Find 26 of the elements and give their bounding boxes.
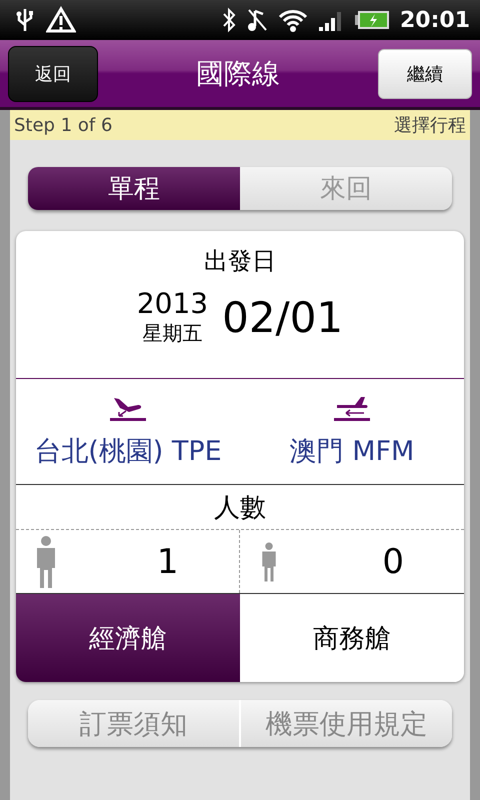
continue-button[interactable]: 繼續 — [378, 48, 472, 98]
adult-figure-icon — [34, 536, 58, 588]
bluetooth-icon — [222, 7, 236, 33]
date-label: 出發日 — [204, 246, 276, 277]
step-name: 選擇行程 — [394, 114, 466, 137]
trip-type-tab[interactable]: 單程 — [28, 167, 240, 210]
usb-icon — [14, 7, 36, 33]
passenger-label: 人數 — [16, 485, 464, 530]
departure-date[interactable]: 02/01 — [222, 292, 344, 342]
date-weekday: 星期五 — [142, 320, 202, 347]
wifi-icon — [278, 7, 308, 33]
muted-note-icon — [246, 7, 268, 33]
child-figure-icon — [260, 542, 278, 582]
passenger-count[interactable]: 0 — [382, 542, 404, 582]
warning-icon — [46, 6, 76, 34]
city-name[interactable]: 台北(桃園) TPE — [34, 432, 222, 468]
screen-title: 國際線 — [196, 56, 280, 92]
passenger-count[interactable]: 1 — [156, 542, 178, 582]
date-year: 2013 — [136, 287, 208, 320]
clock-time: 20:01 — [400, 8, 470, 32]
cabin-class-tab[interactable]: 經濟艙 — [16, 594, 240, 682]
landing-icon — [334, 394, 370, 420]
back-button[interactable]: 返回 — [8, 46, 98, 102]
city-name[interactable]: 澳門 MFM — [290, 432, 414, 468]
battery-icon — [354, 9, 390, 31]
cabin-class-tab[interactable]: 商務艙 — [240, 594, 464, 682]
